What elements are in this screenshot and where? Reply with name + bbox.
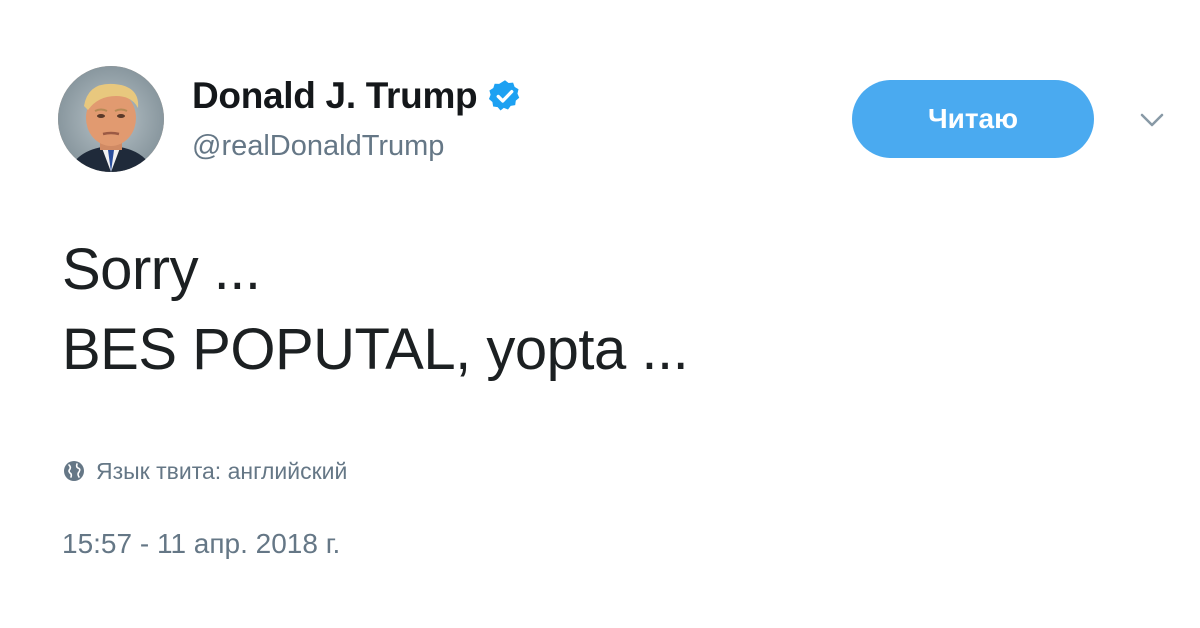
tweet-language-row: Язык твита: английский bbox=[62, 455, 347, 487]
tweet-text: Sorry ... BES POPUTAL, yopta ... bbox=[62, 230, 689, 390]
follow-button[interactable]: Читаю bbox=[852, 80, 1094, 158]
tweet-text-line: Sorry ... bbox=[62, 237, 261, 302]
display-name[interactable]: Donald J. Trump bbox=[192, 75, 478, 117]
verified-badge-icon bbox=[487, 78, 523, 114]
author-name-row: Donald J. Trump bbox=[192, 74, 523, 118]
tweet-language-label: Язык твита: английский bbox=[96, 457, 348, 484]
tweet-card: Donald J. Trump @realDonaldTrump Читаю S… bbox=[0, 0, 1200, 628]
tweet-timestamp[interactable]: 15:57 - 11 апр. 2018 г. bbox=[62, 528, 340, 560]
tweet-text-line: BES POPUTAL, yopta ... bbox=[62, 317, 689, 382]
chevron-down-icon[interactable] bbox=[1138, 110, 1166, 130]
avatar[interactable] bbox=[58, 66, 164, 172]
author-handle[interactable]: @realDonaldTrump bbox=[192, 130, 444, 163]
globe-icon bbox=[62, 459, 86, 483]
